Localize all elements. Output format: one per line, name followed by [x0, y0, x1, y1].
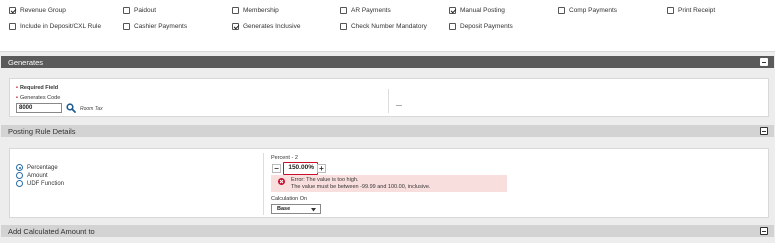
checkbox-label: Paidout: [134, 7, 157, 14]
checkbox-box[interactable]: [667, 7, 674, 14]
checkbox-box[interactable]: [340, 23, 347, 30]
checkbox-box[interactable]: [123, 7, 130, 14]
radio-icon[interactable]: [16, 180, 23, 187]
section-title: Posting Rule Details: [8, 126, 76, 136]
generates-panel: • Required Field • Generates Code 8000 Roo…: [9, 78, 769, 117]
calculation-on-select[interactable]: Base: [271, 204, 321, 214]
checkbox-generates-inclusive[interactable]: Generates Inclusive: [232, 23, 300, 30]
checkbox-comp-payments[interactable]: Comp Payments: [558, 7, 617, 14]
checkbox-box[interactable]: [123, 23, 130, 30]
generates-code-label: • Generates Code: [16, 95, 61, 101]
checkbox-label: Print Receipt: [678, 7, 716, 14]
checkbox-paidout[interactable]: Paidout: [123, 7, 156, 14]
checkbox-box[interactable]: [232, 7, 239, 14]
checkbox-box[interactable]: [340, 7, 347, 14]
generates-code-description: Room Tax: [80, 106, 103, 112]
checkbox-cashier-payments[interactable]: Cashier Payments: [123, 23, 187, 30]
radio-amount[interactable]: Amount: [16, 172, 48, 179]
checkbox-label: Revenue Group: [20, 7, 66, 14]
checkbox-label: Manual Posting: [460, 7, 505, 14]
radio-label: Percentage: [27, 164, 58, 171]
calculation-on-label: Calculation On: [271, 196, 308, 202]
checkbox-box[interactable]: [232, 23, 239, 30]
radio-label: Amount: [27, 172, 48, 179]
radio-selected-icon[interactable]: [16, 164, 23, 171]
checkbox-membership[interactable]: Membership: [232, 7, 279, 14]
percent-label: Percent - 2: [271, 155, 298, 161]
increment-button[interactable]: +: [317, 164, 326, 173]
generates-code-input[interactable]: 8000: [16, 103, 62, 113]
checkbox-label: AR Payments: [351, 7, 391, 14]
checkbox-box[interactable]: [9, 7, 16, 14]
error-line-1: Error: The value is too high.: [291, 177, 359, 183]
checkbox-box[interactable]: [558, 7, 565, 14]
checkbox-print-receipt[interactable]: Print Receipt: [667, 7, 715, 14]
checkbox-label: Check Number Mandatory: [351, 23, 427, 30]
checkbox-deposit-payments[interactable]: Deposit Payments: [449, 23, 513, 30]
checkbox-manual-posting[interactable]: Manual Posting: [449, 7, 505, 14]
search-icon[interactable]: [66, 103, 76, 113]
radio-icon[interactable]: [16, 172, 23, 179]
checkbox-box[interactable]: [9, 23, 16, 30]
chevron-down-icon: [311, 208, 316, 212]
radio-label: UDF Function: [27, 180, 65, 187]
checkbox-check-number-mandatory[interactable]: Check Number Mandatory: [340, 23, 427, 30]
checkbox-label: Membership: [243, 7, 279, 14]
error-icon: [278, 178, 285, 185]
checkbox-label: Cashier Payments: [134, 23, 188, 30]
error-message: Error: The value is too high. The value …: [271, 175, 507, 192]
divider: [388, 89, 389, 113]
radio-udf-function[interactable]: UDF Function: [16, 180, 64, 187]
decrement-button[interactable]: −: [272, 164, 281, 173]
generates-section-header[interactable]: Generates: [1, 56, 774, 68]
options-panel: Revenue Group Paidout Membership AR Paym…: [0, 0, 775, 52]
section-title: Add Calculated Amount to: [8, 226, 95, 236]
divider: [263, 153, 264, 215]
generates-right-value: —: [396, 103, 402, 109]
section-title: Generates: [8, 57, 44, 67]
select-value: Base: [277, 206, 291, 212]
checkbox-ar-payments[interactable]: AR Payments: [340, 7, 391, 14]
add-calculated-section-header[interactable]: Add Calculated Amount to: [1, 225, 774, 237]
checkbox-revenue-group[interactable]: Revenue Group: [9, 7, 66, 14]
checkbox-include-deposit-cxl[interactable]: Include in Deposit/CXL Rule: [9, 23, 101, 30]
checkbox-label: Include in Deposit/CXL Rule: [20, 23, 102, 30]
checkbox-label: Comp Payments: [569, 7, 618, 14]
collapse-icon[interactable]: [760, 58, 768, 66]
posting-rule-section-header[interactable]: Posting Rule Details: [1, 125, 774, 137]
posting-rule-panel: Percentage Amount UDF Function Percent -…: [9, 148, 769, 218]
checkbox-box[interactable]: [449, 7, 456, 14]
radio-percentage[interactable]: Percentage: [16, 164, 58, 171]
checkbox-label: Generates Inclusive: [243, 23, 301, 30]
collapse-icon[interactable]: [760, 127, 768, 135]
collapse-icon[interactable]: [760, 227, 768, 235]
checkbox-box[interactable]: [449, 23, 456, 30]
percent-input[interactable]: 150.00%: [283, 162, 318, 175]
error-line-2: The value must be between -99.99 and 100…: [291, 184, 431, 190]
checkbox-label: Deposit Payments: [460, 23, 513, 30]
required-note: • Required Field: [16, 85, 59, 91]
